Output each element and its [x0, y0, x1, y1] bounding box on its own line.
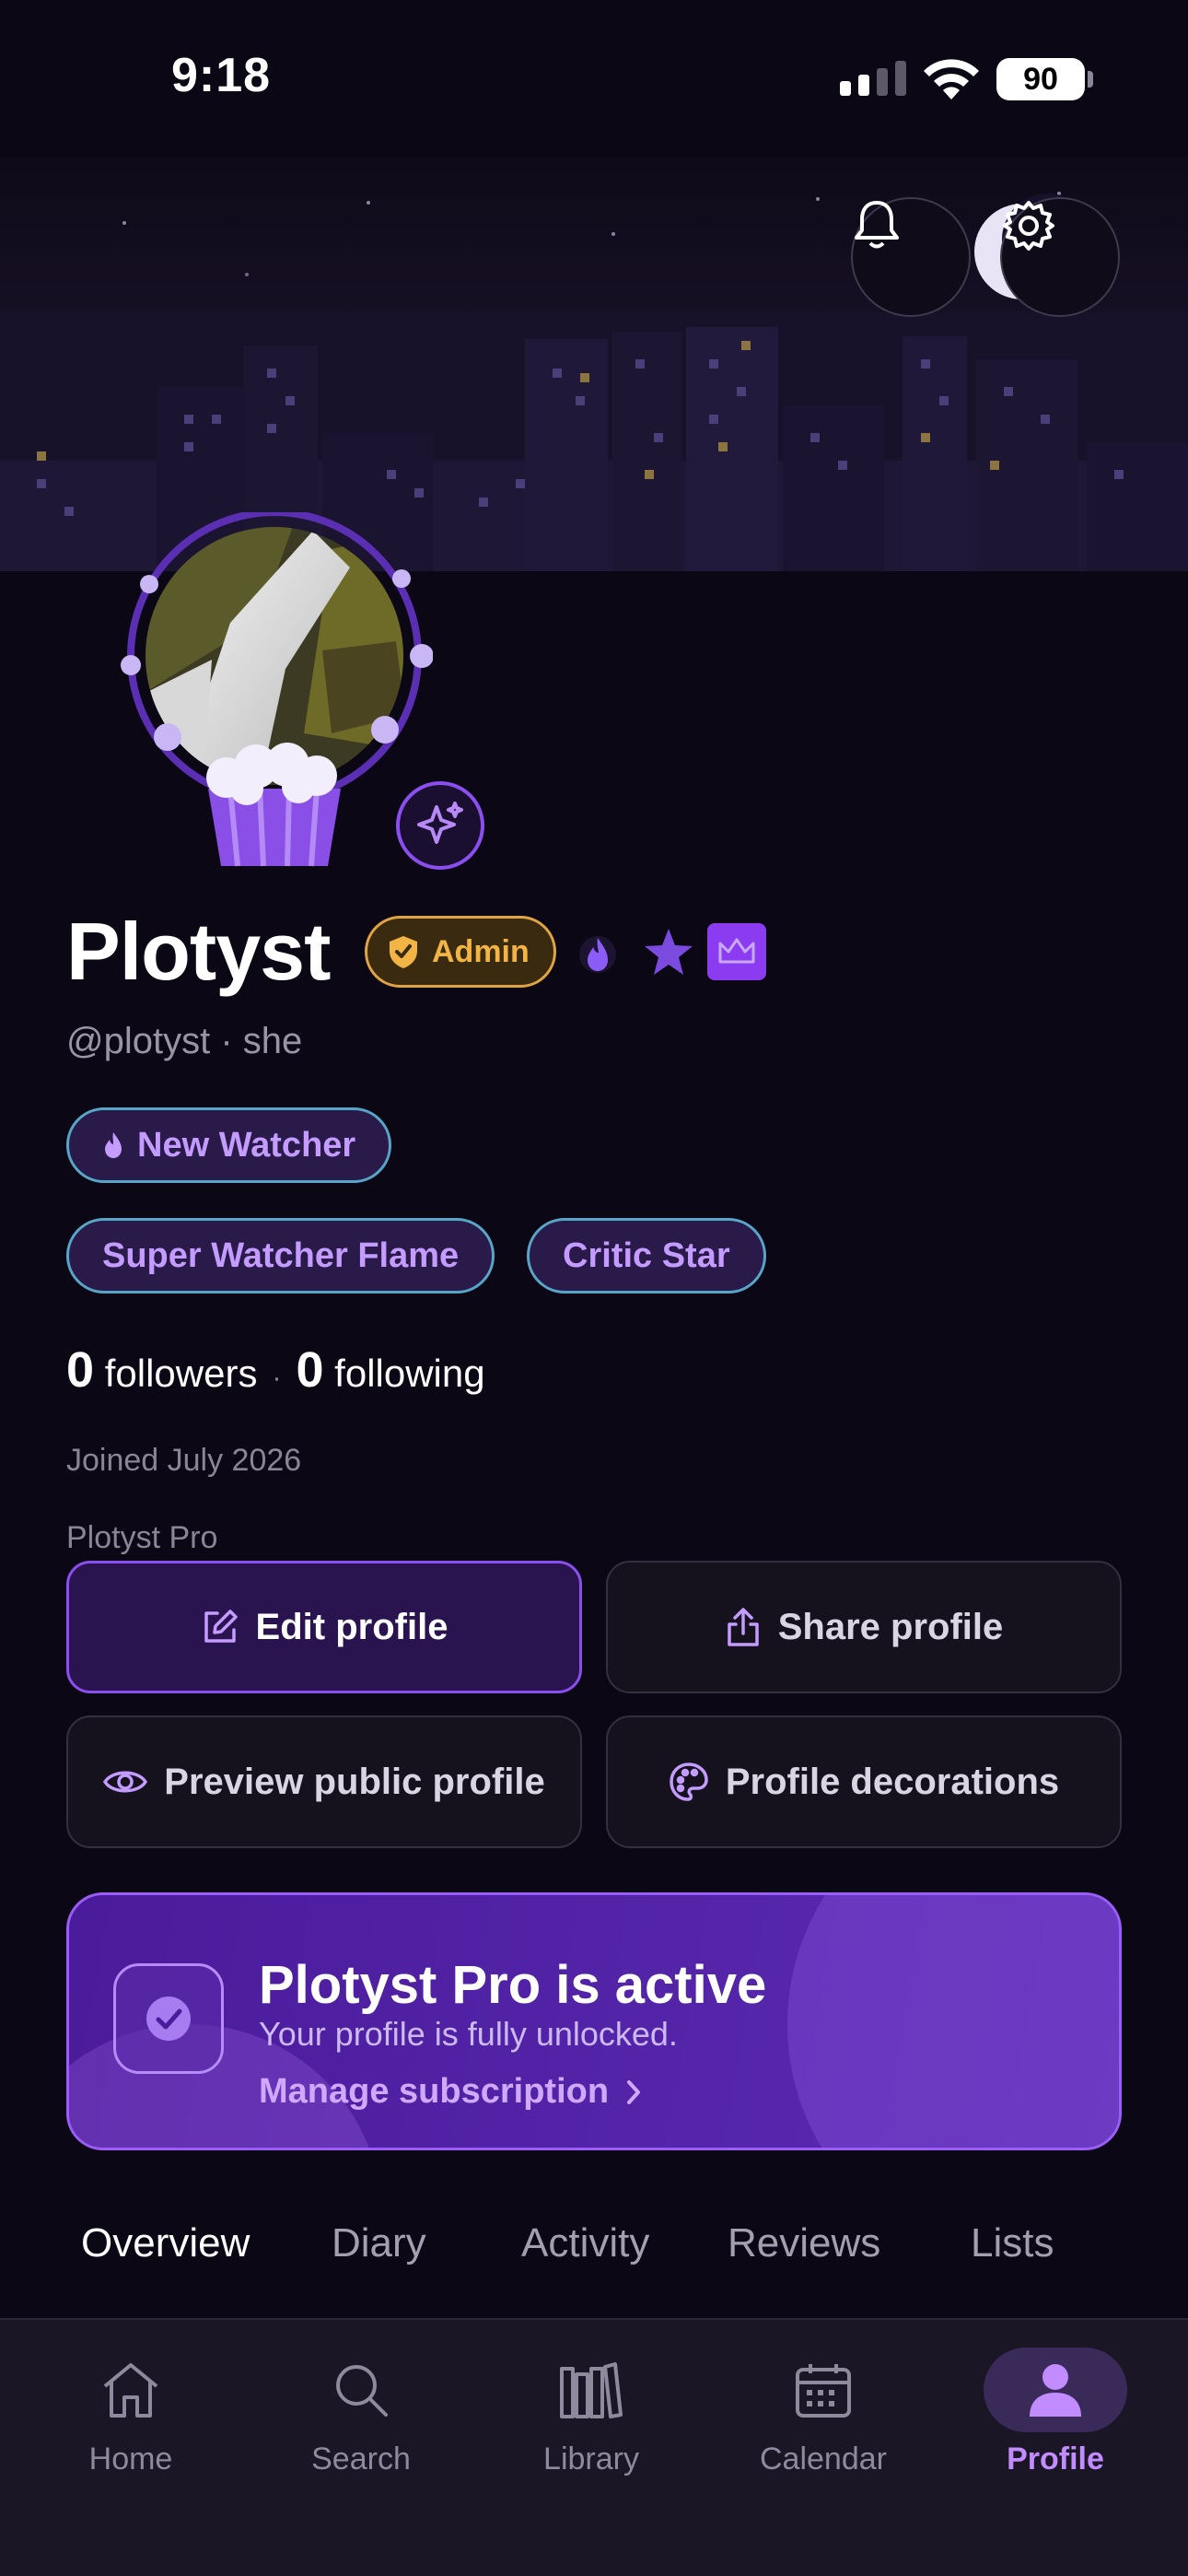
- plan-label: Plotyst Pro: [66, 1520, 218, 1555]
- flame-icon: [105, 1132, 122, 1158]
- status-time: 9:18: [171, 49, 272, 102]
- eye-icon: [103, 1771, 148, 1793]
- nav-profile-label: Profile: [1007, 2441, 1104, 2476]
- nav-home[interactable]: Home: [20, 2348, 241, 2477]
- crown-badge[interactable]: [707, 923, 766, 985]
- chip-critic-star[interactable]: Critic Star: [527, 1218, 766, 1294]
- pronouns: she: [242, 1021, 303, 1061]
- nav-library[interactable]: Library: [481, 2348, 702, 2477]
- star-badge[interactable]: [643, 927, 694, 983]
- avatar[interactable]: [120, 509, 434, 881]
- crown-icon: [707, 923, 766, 980]
- battery-indicator: 90: [996, 58, 1093, 100]
- profile-banner: [0, 157, 1188, 571]
- pro-check-badge: [113, 1963, 224, 2074]
- star-icon: [645, 929, 693, 975]
- preview-profile-label: Preview public profile: [164, 1761, 545, 1802]
- chip-label: Super Watcher Flame: [102, 1235, 460, 1275]
- share-profile-label: Share profile: [777, 1606, 1004, 1647]
- person-icon: [1030, 2364, 1081, 2417]
- settings-button[interactable]: [1000, 197, 1120, 317]
- search-icon: [336, 2365, 388, 2417]
- sparkle-badge[interactable]: [396, 781, 484, 870]
- tab-overview[interactable]: Overview: [81, 2220, 250, 2266]
- palette-icon: [670, 1762, 708, 1801]
- admin-badge: Admin: [365, 916, 556, 988]
- tab-activity[interactable]: Activity: [521, 2220, 649, 2266]
- followers-count: 0: [66, 1342, 95, 1398]
- nav-calendar[interactable]: Calendar: [713, 2348, 934, 2477]
- nav-profile[interactable]: Profile: [945, 2348, 1166, 2477]
- followers-link[interactable]: 0 followers: [66, 1341, 257, 1399]
- chevron-right-icon: [627, 2079, 641, 2104]
- pro-status-card: Plotyst Pro is active Your profile is fu…: [66, 1892, 1122, 2150]
- notifications-button[interactable]: [851, 197, 971, 317]
- flame-badge[interactable]: [578, 927, 617, 983]
- profile-decorations-label: Profile decorations: [725, 1761, 1060, 1802]
- home-icon: [103, 2363, 158, 2418]
- nav-search[interactable]: Search: [250, 2348, 472, 2477]
- manage-subscription-link[interactable]: Manage subscription: [259, 2072, 642, 2112]
- chip-new-watcher[interactable]: New Watcher: [66, 1107, 392, 1183]
- handle-line: @plotyst · she: [66, 1021, 303, 1061]
- gear-icon: [1003, 201, 1054, 251]
- nav-calendar-label: Calendar: [760, 2441, 887, 2476]
- follow-stats: 0 followers · 0 following: [66, 1341, 485, 1399]
- following-count: 0: [296, 1342, 324, 1398]
- edit-profile-button[interactable]: Edit profile: [66, 1561, 582, 1693]
- chip-label: Critic Star: [563, 1235, 730, 1275]
- wifi-icon: [924, 59, 979, 100]
- tab-lists[interactable]: Lists: [971, 2220, 1054, 2266]
- pro-title: Plotyst Pro is active: [259, 1955, 767, 2015]
- library-icon: [560, 2362, 623, 2418]
- nav-library-label: Library: [543, 2441, 639, 2476]
- shield-icon: [390, 936, 417, 968]
- manage-subscription-label: Manage subscription: [259, 2072, 610, 2111]
- bottom-navigation: Home Search Library Calendar Profile: [0, 2318, 1188, 2576]
- following-link[interactable]: 0 following: [296, 1341, 484, 1399]
- chip-label: New Watcher: [137, 1125, 356, 1165]
- sparkle-icon: [417, 802, 463, 844]
- tab-reviews[interactable]: Reviews: [728, 2220, 880, 2266]
- pro-subtitle: Your profile is fully unlocked.: [259, 2015, 678, 2053]
- nav-home-label: Home: [88, 2441, 173, 2476]
- chip-super-watcher-flame[interactable]: Super Watcher Flame: [66, 1218, 495, 1294]
- display-name: Plotyst: [66, 906, 331, 997]
- tab-diary[interactable]: Diary: [332, 2220, 426, 2266]
- followers-label: followers: [104, 1352, 258, 1395]
- signal-icon: [840, 61, 906, 96]
- edit-profile-label: Edit profile: [255, 1606, 448, 1647]
- check-icon: [146, 1996, 191, 2041]
- following-label: following: [334, 1352, 485, 1395]
- joined-date: Joined July 2026: [66, 1443, 302, 1478]
- nav-search-label: Search: [311, 2441, 411, 2476]
- profile-decorations-button[interactable]: Profile decorations: [606, 1715, 1122, 1848]
- status-bar: 9:18 90: [0, 0, 1188, 157]
- profile-tabs: Overview Diary Activity Reviews Lists: [0, 2220, 1188, 2322]
- flame-icon: [579, 936, 616, 973]
- calendar-icon: [796, 2364, 851, 2418]
- share-icon: [727, 1608, 759, 1646]
- bell-icon: [855, 201, 899, 249]
- admin-badge-label: Admin: [432, 933, 530, 969]
- preview-public-profile-button[interactable]: Preview public profile: [66, 1715, 582, 1848]
- edit-icon: [204, 1610, 238, 1643]
- share-profile-button[interactable]: Share profile: [606, 1561, 1122, 1693]
- handle: @plotyst: [66, 1021, 211, 1061]
